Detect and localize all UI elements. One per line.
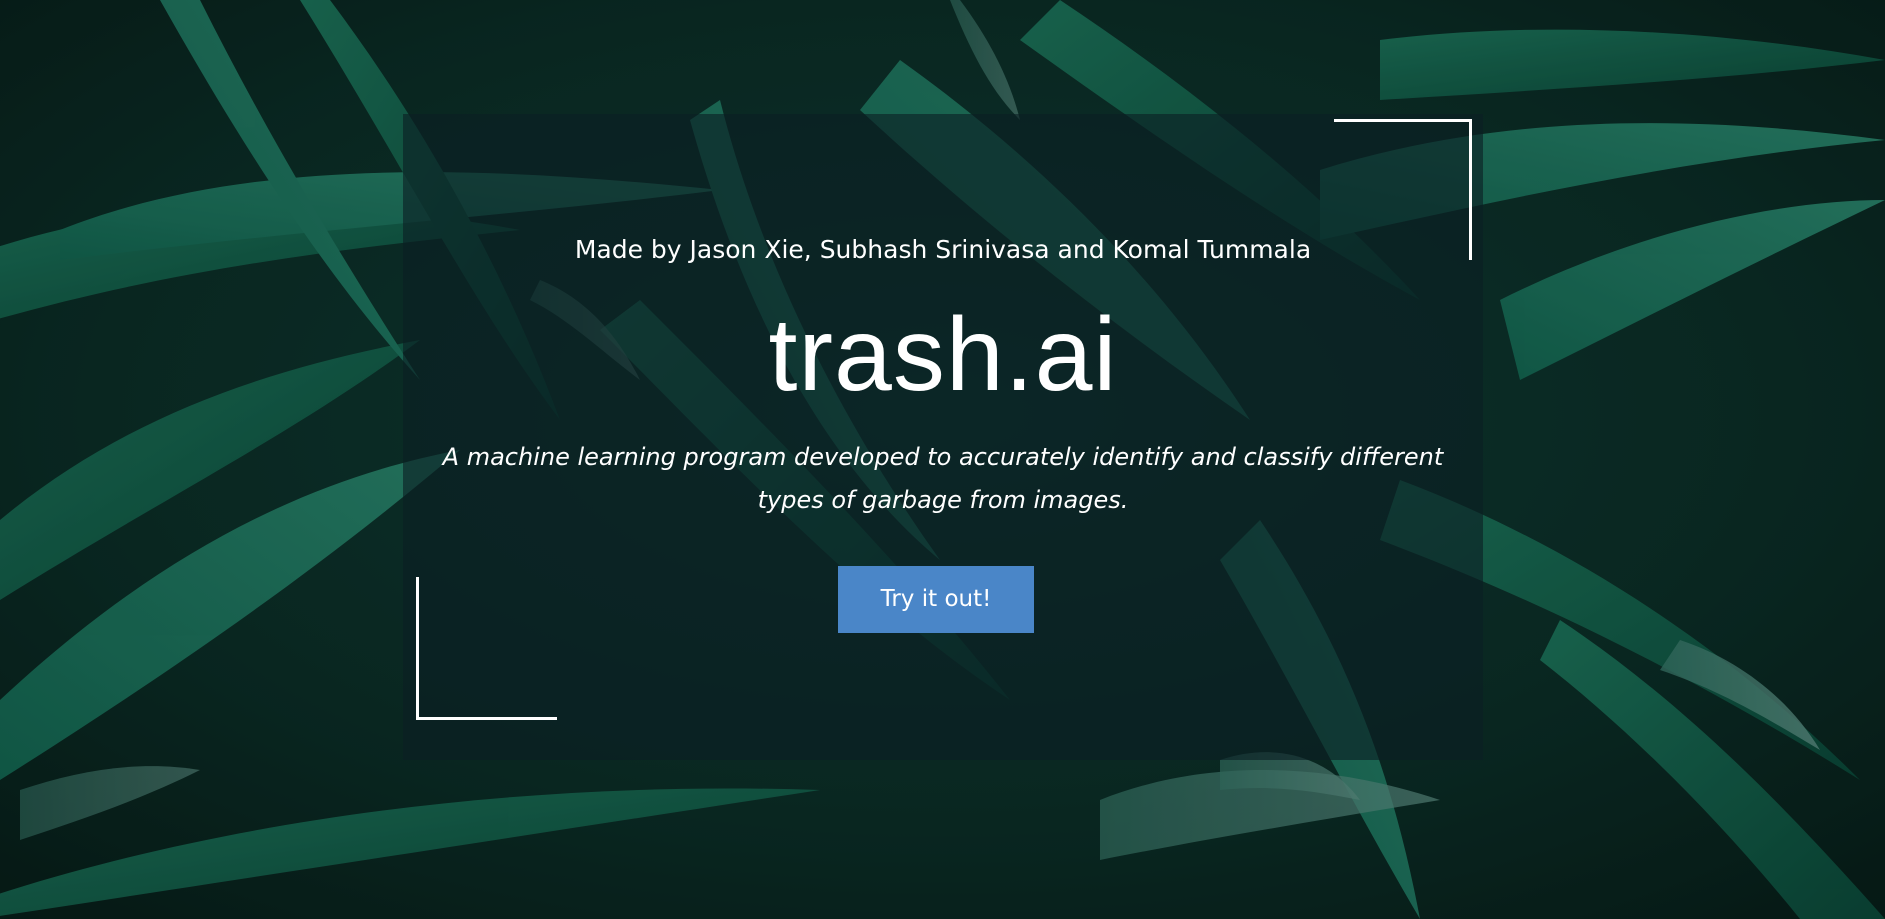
credits-text: Made by Jason Xie, Subhash Srinivasa and…: [574, 235, 1312, 264]
page-title: trash.ai: [768, 297, 1118, 413]
tagline: A machine learning program developed to …: [442, 443, 1444, 514]
bottom-left-corner-bracket: [416, 577, 557, 720]
try-it-out-button[interactable]: Try it out!: [838, 566, 1034, 633]
